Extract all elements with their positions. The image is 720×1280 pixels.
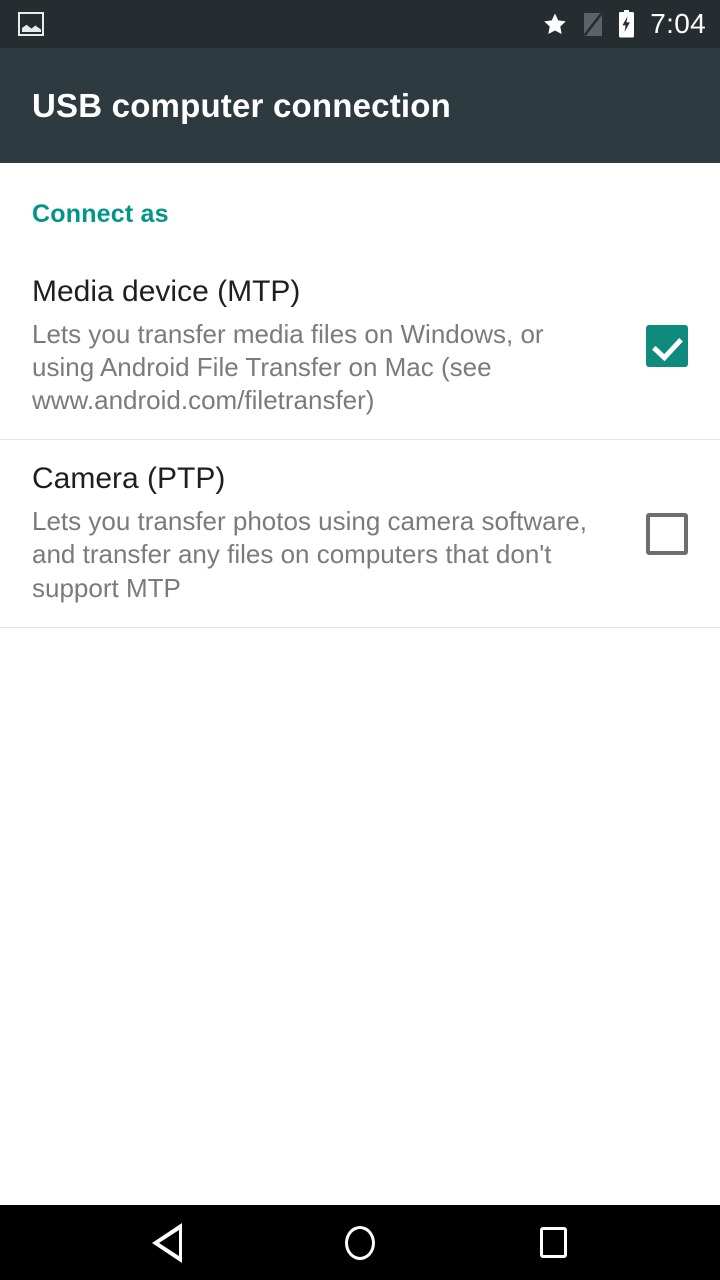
recents-square-icon bbox=[539, 1227, 567, 1258]
option-summary: Lets you transfer photos using camera so… bbox=[32, 505, 587, 603]
status-bar-notifications bbox=[18, 12, 541, 36]
nav-home-button[interactable] bbox=[325, 1208, 395, 1278]
navigation-bar bbox=[0, 1205, 720, 1280]
status-bar-system-icons: 7:04 bbox=[541, 10, 706, 38]
nav-back-button[interactable] bbox=[132, 1208, 202, 1278]
nav-recents-button[interactable] bbox=[518, 1208, 588, 1278]
star-icon bbox=[541, 11, 569, 38]
option-row-media-device-mtp[interactable]: Media device (MTP) Lets you transfer med… bbox=[0, 253, 720, 440]
back-triangle-icon bbox=[151, 1222, 182, 1263]
status-bar-clock: 7:04 bbox=[650, 8, 706, 39]
app-bar: USB computer connection bbox=[0, 48, 720, 163]
option-title: Media device (MTP) bbox=[32, 275, 301, 308]
option-summary: Lets you transfer media files on Windows… bbox=[32, 318, 544, 416]
option-text-group: Media device (MTP) Lets you transfer med… bbox=[32, 275, 646, 417]
no-sim-icon bbox=[582, 11, 604, 38]
checkbox-camera-ptp[interactable] bbox=[646, 512, 688, 555]
status-bar: 7:04 bbox=[0, 0, 720, 48]
page-title: USB computer connection bbox=[32, 86, 451, 124]
option-title: Camera (PTP) bbox=[32, 462, 226, 496]
gallery-icon bbox=[18, 12, 44, 36]
checkbox-media-device-mtp[interactable] bbox=[646, 325, 688, 368]
usb-mode-option-list: Media device (MTP) Lets you transfer med… bbox=[0, 253, 720, 628]
option-row-camera-ptp[interactable]: Camera (PTP) Lets you transfer photos us… bbox=[0, 439, 720, 627]
home-circle-icon bbox=[344, 1225, 375, 1260]
section-header-connect-as: Connect as bbox=[32, 200, 169, 228]
settings-content: Connect as Media device (MTP) Lets you t… bbox=[0, 163, 720, 1205]
option-text-group: Camera (PTP) Lets you transfer photos us… bbox=[32, 462, 646, 604]
battery-charging-icon bbox=[617, 10, 636, 38]
